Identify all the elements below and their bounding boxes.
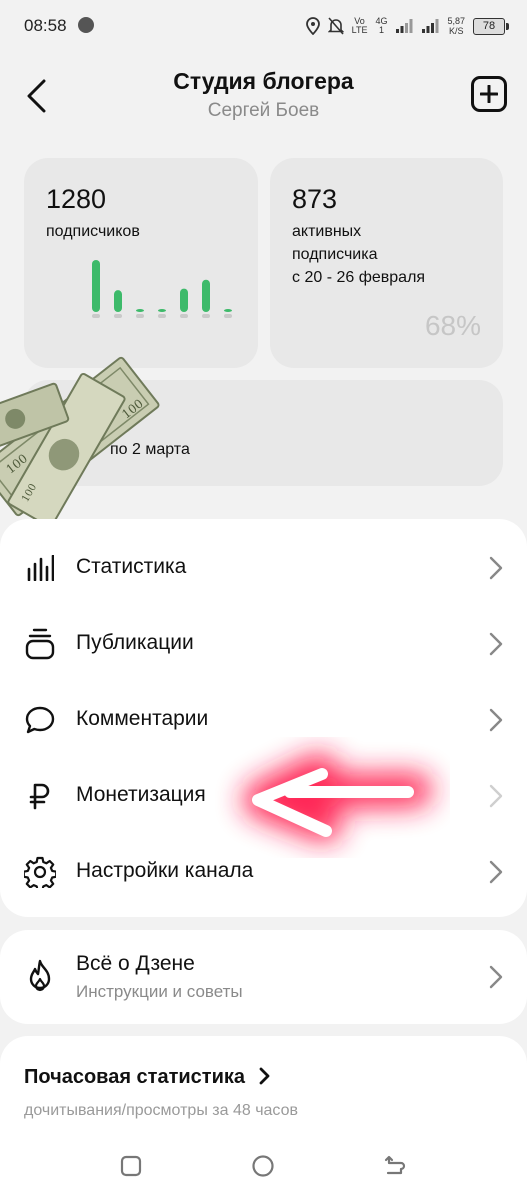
status-bar: 08:58 Vo LTE 4G 1 5,87 K/S 78 bbox=[0, 0, 527, 54]
mini-chart-bar-shadow bbox=[136, 314, 144, 318]
flame-icon bbox=[22, 958, 58, 994]
signal-icon bbox=[396, 19, 413, 33]
mini-chart-bar bbox=[114, 290, 122, 312]
mini-chart-bar-shadow bbox=[114, 314, 122, 318]
chevron-right-icon bbox=[489, 556, 503, 580]
subscribers-count: 1280 bbox=[46, 184, 107, 214]
volte-indicator: Vo LTE bbox=[351, 16, 368, 35]
active-percent: 68% bbox=[424, 310, 481, 341]
home-icon bbox=[252, 1155, 274, 1177]
ruble-icon bbox=[22, 778, 58, 814]
chevron-right-icon bbox=[489, 965, 503, 989]
subscribers-mini-chart bbox=[92, 260, 232, 318]
mini-chart-bar bbox=[136, 309, 144, 312]
menu-item-label: Статистика bbox=[76, 555, 187, 578]
menu-item-label: Публикации bbox=[76, 631, 194, 654]
location-icon bbox=[305, 17, 320, 35]
subscribers-card[interactable]: 1280 подписчиков bbox=[24, 158, 258, 368]
hourly-stats-subtitle: дочитывания/просмотры за 48 часов bbox=[24, 1102, 298, 1119]
chevron-right-icon bbox=[259, 1067, 269, 1085]
money-bills-sticker: 100 100 100 bbox=[0, 356, 160, 528]
system-navigation-bar bbox=[0, 1140, 527, 1200]
mini-chart-bar bbox=[224, 309, 232, 312]
battery-icon: 78 bbox=[473, 17, 509, 35]
recents-button[interactable] bbox=[118, 1153, 144, 1179]
home-button[interactable] bbox=[250, 1153, 276, 1179]
chevron-right-icon bbox=[489, 632, 503, 656]
mini-chart-bar bbox=[180, 288, 188, 312]
signal-icon-2 bbox=[422, 19, 439, 33]
about-dzen-card[interactable]: Всё о Дзене Инструкции и советы bbox=[0, 930, 527, 1024]
status-icons: Vo LTE 4G 1 5,87 K/S 78 bbox=[305, 14, 509, 38]
plus-icon bbox=[480, 85, 498, 103]
network-speed: 5,87 K/S bbox=[447, 16, 465, 36]
menu-item-label: Комментарии bbox=[76, 707, 209, 730]
menu-item-statistics[interactable]: Статистика bbox=[0, 530, 527, 606]
chevron-right-icon bbox=[489, 860, 503, 884]
mini-chart-bar-shadow bbox=[92, 314, 100, 318]
chevron-right-icon bbox=[489, 708, 503, 732]
mini-chart-bar bbox=[158, 309, 166, 312]
publications-icon bbox=[22, 626, 58, 662]
menu-item-publications[interactable]: Публикации bbox=[0, 606, 527, 682]
subscribers-label: подписчиков bbox=[46, 223, 140, 240]
header: Студия блогера Сергей Боев bbox=[0, 54, 527, 144]
notification-dot-icon bbox=[78, 17, 94, 33]
hourly-stats-title: Почасовая статистика bbox=[24, 1066, 271, 1089]
back-system-button[interactable] bbox=[382, 1153, 408, 1179]
active-count: 873 bbox=[292, 184, 338, 214]
mini-chart-bar-shadow bbox=[180, 314, 188, 318]
menu-item-label: Монетизация bbox=[76, 783, 206, 806]
comment-icon bbox=[22, 702, 58, 738]
back-system-icon bbox=[384, 1155, 406, 1175]
mini-chart-bar-shadow bbox=[158, 314, 166, 318]
mini-chart-bar-shadow bbox=[224, 314, 232, 318]
chevron-right-icon bbox=[489, 784, 503, 808]
about-dzen-title: Всё о Дзене bbox=[76, 952, 195, 975]
red-arrow-annotation bbox=[243, 753, 432, 842]
page-title: Студия блогера bbox=[173, 68, 354, 94]
add-publication-button[interactable] bbox=[471, 76, 507, 112]
mute-bell-icon bbox=[327, 17, 344, 35]
active-label: активных подписчика с 20 - 26 февраля bbox=[292, 223, 426, 286]
page-subtitle: Сергей Боев bbox=[207, 100, 320, 121]
network-4g-indicator: 4G 1 bbox=[375, 16, 388, 35]
gear-icon bbox=[22, 854, 58, 890]
mini-chart-bar-shadow bbox=[202, 314, 210, 318]
mini-chart-bar bbox=[92, 260, 100, 312]
active-subscribers-card[interactable]: 873 активных подписчика с 20 - 26 феврал… bbox=[270, 158, 503, 368]
mini-chart-bar bbox=[202, 279, 210, 312]
about-dzen-subtitle: Инструкции и советы bbox=[76, 982, 243, 1001]
recents-icon bbox=[120, 1155, 142, 1177]
bar-chart-icon bbox=[22, 550, 58, 586]
status-time: 08:58 bbox=[24, 16, 67, 35]
